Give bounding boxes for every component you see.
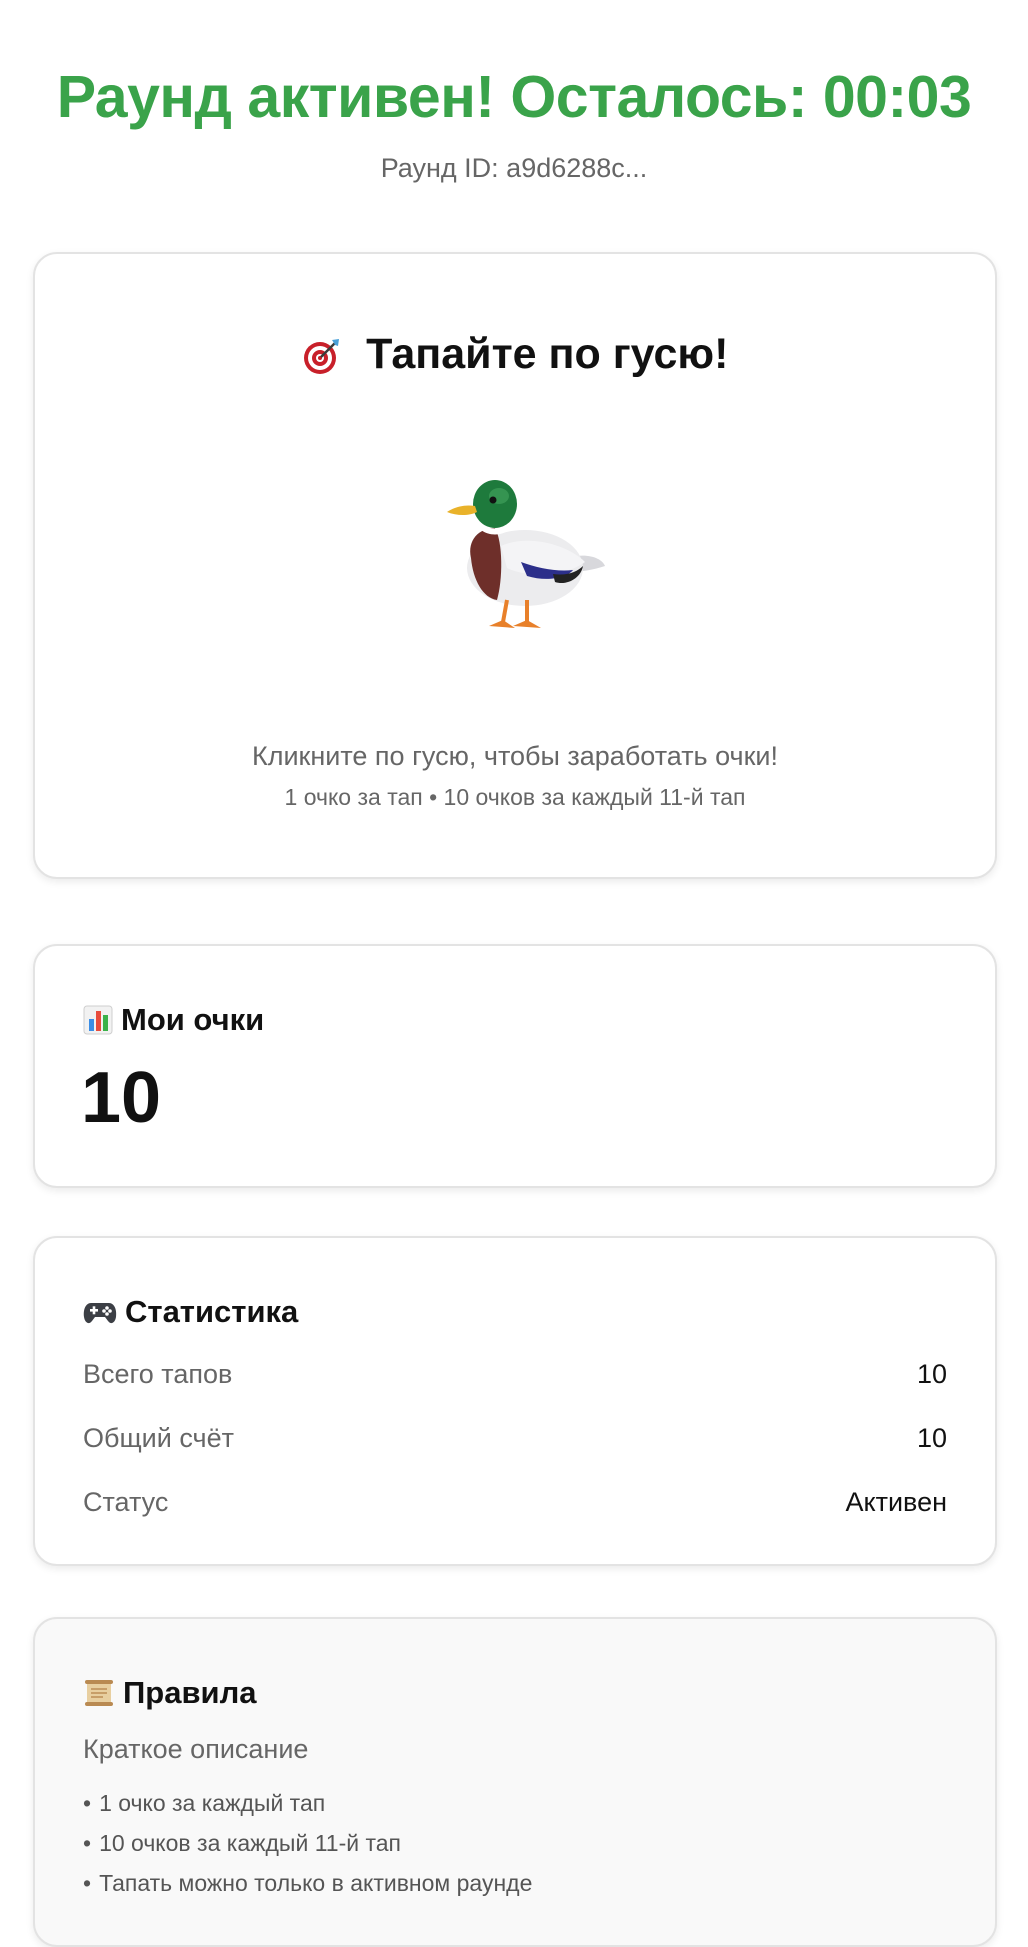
my-score-title: Мои очки xyxy=(83,1000,264,1040)
rules-title-text: Правила xyxy=(123,1675,257,1710)
list-item: 10 очков за каждый 11-й тап xyxy=(83,1823,532,1863)
rules-title: Правила xyxy=(83,1673,257,1713)
stat-value: 10 xyxy=(916,1423,947,1453)
my-score-title-text: Мои очки xyxy=(121,1002,265,1037)
bar-chart-icon xyxy=(83,1005,113,1035)
rules-subtitle: Краткое описание xyxy=(83,1734,309,1764)
stat-row-total-taps: Всего тапов 10 xyxy=(83,1354,947,1394)
stat-label: Всего тапов xyxy=(83,1359,233,1389)
gamepad-icon xyxy=(83,1297,117,1327)
status-value: Активен xyxy=(845,1487,947,1517)
stat-row-total-score: Общий счёт 10 xyxy=(83,1418,947,1458)
game-card: Тапайте по гусю! Кликните по гусю, чтобы… xyxy=(33,252,997,879)
stat-label: Общий счёт xyxy=(83,1423,234,1453)
duck-tap-target[interactable] xyxy=(417,450,617,650)
game-heading-text: Тапайте по гусю! xyxy=(366,330,729,378)
round-status-title: Раунд активен! Осталось: 00:03 xyxy=(56,64,972,130)
page: Раунд активен! Осталось: 00:03 Раунд ID:… xyxy=(0,0,1028,1947)
stat-row-status: Статус Активен xyxy=(83,1482,947,1522)
game-hint: Кликните по гусю, чтобы заработать очки! xyxy=(251,741,779,771)
my-score-card: Мои очки 10 xyxy=(33,944,997,1188)
duck-icon xyxy=(447,480,605,628)
round-id: Раунд ID: a9d6288c... xyxy=(380,153,648,183)
stat-label: Статус xyxy=(83,1487,169,1517)
list-item: Тапать можно только в активном раунде xyxy=(83,1863,532,1903)
statistics-title: Статистика xyxy=(83,1292,298,1332)
game-scoring-hint: 1 очко за тап • 10 очков за каждый 11-й … xyxy=(284,784,746,810)
statistics-title-text: Статистика xyxy=(125,1294,299,1329)
stat-value: 10 xyxy=(916,1359,947,1389)
statistics-card: Статистика Всего тапов 10 Общий счёт 10 … xyxy=(33,1236,997,1566)
target-icon xyxy=(302,337,353,379)
game-heading: Тапайте по гусю! xyxy=(35,328,995,384)
scroll-icon xyxy=(83,1678,115,1708)
rules-list: 1 очко за каждый тап 10 очков за каждый … xyxy=(83,1783,532,1903)
my-score-value: 10 xyxy=(81,1058,162,1138)
list-item: 1 очко за каждый тап xyxy=(83,1783,532,1823)
